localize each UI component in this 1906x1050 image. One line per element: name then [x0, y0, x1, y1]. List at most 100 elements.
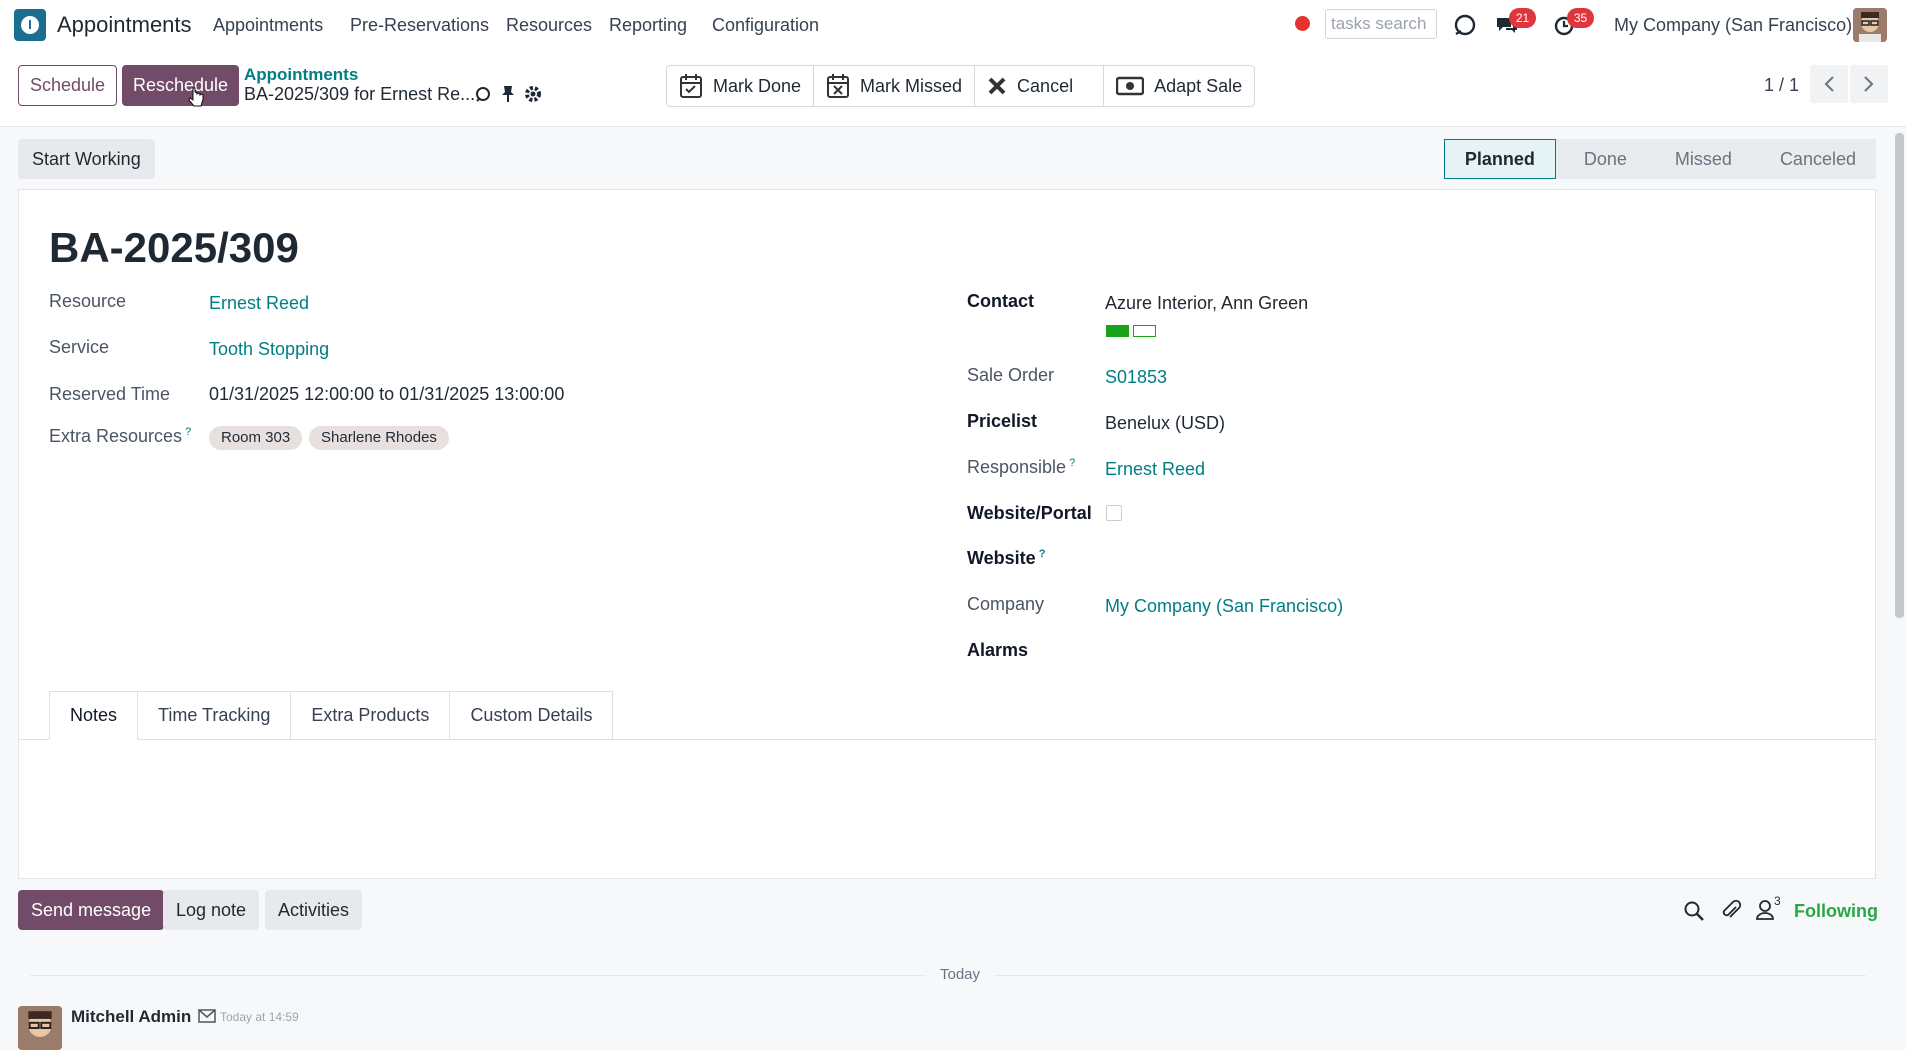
message-author-name[interactable]: Mitchell Admin: [71, 1007, 191, 1027]
recording-indicator-icon[interactable]: [1295, 16, 1310, 31]
reserved-time-label: Reserved Time: [49, 384, 171, 404]
pager-previous-button[interactable]: [1810, 65, 1848, 103]
responsible-label-text: Responsible: [967, 457, 1067, 477]
menu-configuration[interactable]: Configuration: [712, 15, 819, 36]
website-portal-checkbox[interactable]: [1106, 505, 1122, 521]
sale-order-field[interactable]: S01853: [1105, 367, 1167, 388]
contact-color-swatch-empty: [1133, 325, 1156, 337]
pricelist-field[interactable]: Benelux (USD): [1105, 413, 1225, 434]
action-button-group: Mark Done Mark Missed Cancel Adapt Sale: [666, 65, 1256, 107]
pager-next-button[interactable]: [1850, 65, 1888, 103]
pin-icon[interactable]: [500, 85, 516, 103]
stage-canceled[interactable]: Canceled: [1751, 139, 1876, 179]
extra-resources-label-text: Extra Resources: [49, 426, 183, 446]
calendar-x-icon: [827, 74, 850, 98]
mark-missed-label: Mark Missed: [860, 75, 963, 96]
tab-time-tracking[interactable]: Time Tracking: [138, 691, 292, 740]
log-note-button[interactable]: Log note: [163, 890, 260, 930]
cancel-button[interactable]: Cancel: [975, 66, 1105, 106]
mark-done-label: Mark Done: [713, 75, 802, 96]
responsible-help-icon[interactable]: ?: [1069, 457, 1075, 469]
tab-notes[interactable]: Notes: [49, 691, 139, 740]
responsible-field[interactable]: Ernest Reed: [1105, 459, 1205, 480]
resource-field[interactable]: Ernest Reed: [209, 293, 309, 314]
top-navbar: Appointments Appointments Pre-Reservatio…: [0, 0, 1906, 52]
tab-custom-details[interactable]: Custom Details: [450, 691, 614, 740]
contact-field[interactable]: Azure Interior, Ann Green: [1105, 293, 1308, 314]
form-sheet: BA-2025/309 Resource Ernest Reed Service…: [18, 189, 1876, 879]
resource-label: Resource: [49, 291, 127, 311]
responsible-label: Responsible?: [967, 457, 1075, 478]
messages-count-badge: 21: [1509, 8, 1536, 28]
following-button[interactable]: Following: [1794, 901, 1878, 922]
activities-count-badge: 35: [1567, 8, 1594, 28]
mark-missed-button[interactable]: Mark Missed: [814, 66, 976, 106]
extra-resource-tag-room[interactable]: Room 303: [209, 426, 303, 450]
website-label-text: Website: [967, 548, 1036, 568]
sale-order-label: Sale Order: [967, 365, 1055, 385]
website-help-icon[interactable]: ?: [1039, 548, 1046, 560]
gear-icon[interactable]: [524, 85, 542, 103]
reserved-time-field[interactable]: 01/31/2025 12:00:00 to 01/31/2025 13:00:…: [209, 384, 564, 405]
record-title[interactable]: BA-2025/309: [49, 224, 299, 272]
extra-resources-label: Extra Resources?: [49, 426, 191, 447]
cancel-label: Cancel: [1017, 75, 1074, 96]
menu-reporting[interactable]: Reporting: [609, 15, 687, 36]
menu-appointments[interactable]: Appointments: [213, 15, 323, 36]
company-label: Company: [967, 594, 1045, 614]
adapt-sale-button[interactable]: Adapt Sale: [1104, 66, 1254, 106]
reschedule-button[interactable]: Reschedule: [122, 65, 239, 106]
user-avatar[interactable]: [1853, 8, 1887, 42]
envelope-icon: [198, 1009, 216, 1023]
chevron-right-icon: [1864, 76, 1874, 92]
mouse-cursor-icon: [188, 87, 204, 107]
extra-resources-help-icon[interactable]: ?: [185, 426, 191, 438]
menu-pre-reservations[interactable]: Pre-Reservations: [350, 15, 489, 36]
adapt-sale-label: Adapt Sale: [1154, 75, 1243, 96]
app-name[interactable]: Appointments: [57, 12, 192, 38]
start-working-button[interactable]: Start Working: [18, 139, 155, 179]
stage-done[interactable]: Done: [1555, 139, 1647, 179]
money-icon: [1116, 76, 1145, 96]
activities-button[interactable]: Activities: [265, 890, 363, 930]
website-label: Website?: [967, 548, 1045, 569]
paperclip-icon[interactable]: [1720, 899, 1742, 923]
company-switcher[interactable]: My Company (San Francisco): [1614, 15, 1852, 36]
menu-resources[interactable]: Resources: [506, 15, 592, 36]
vertical-scrollbar[interactable]: [1895, 133, 1904, 618]
form-tabs: Notes Time Tracking Extra Products Custo…: [49, 691, 614, 740]
breadcrumb-appointments[interactable]: Appointments: [244, 65, 358, 85]
refresh-icon[interactable]: [1452, 12, 1478, 38]
tasks-search-input[interactable]: tasks search: [1325, 9, 1437, 39]
close-icon: [988, 77, 1006, 95]
service-label: Service: [49, 337, 110, 357]
chevron-left-icon: [1824, 76, 1834, 92]
status-bar: Planned Done Missed Canceled: [1443, 139, 1876, 179]
stage-planned[interactable]: Planned: [1443, 139, 1556, 179]
stage-missed[interactable]: Missed: [1646, 139, 1752, 179]
date-separator-label: Today: [926, 966, 995, 983]
extra-resource-tag-person[interactable]: Sharlene Rhodes: [309, 426, 449, 450]
breadcrumb-current-record: BA-2025/309 for Ernest Re...: [244, 84, 476, 104]
appointments-app-icon[interactable]: [14, 9, 46, 41]
calendar-check-icon: [680, 74, 702, 98]
company-field[interactable]: My Company (San Francisco): [1105, 596, 1343, 617]
followers-count: 3: [1774, 894, 1781, 908]
status-row: Start Working Planned Done Missed Cancel…: [18, 139, 1876, 179]
followers-icon[interactable]: [1755, 899, 1775, 921]
send-message-button[interactable]: Send message: [18, 890, 165, 930]
contact-color-swatch-filled: [1106, 325, 1129, 337]
message-timestamp: Today at 14:59: [220, 1010, 299, 1024]
mark-done-button[interactable]: Mark Done: [667, 66, 815, 106]
schedule-button[interactable]: Schedule: [18, 65, 117, 106]
contact-label: Contact: [967, 291, 1034, 311]
record-refresh-icon[interactable]: [474, 85, 492, 103]
tab-extra-products[interactable]: Extra Products: [291, 691, 451, 740]
message-author-avatar[interactable]: [18, 1006, 62, 1050]
service-field[interactable]: Tooth Stopping: [209, 339, 329, 360]
pricelist-label: Pricelist: [967, 411, 1038, 431]
search-icon[interactable]: [1683, 900, 1705, 922]
pager-value[interactable]: 1 / 1: [1764, 75, 1799, 96]
alarms-label: Alarms: [967, 640, 1029, 660]
website-portal-label: Website/Portal: [967, 503, 1092, 523]
